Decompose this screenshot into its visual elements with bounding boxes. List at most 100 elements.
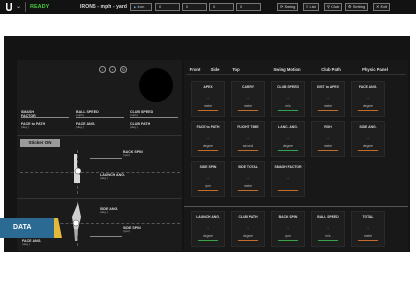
card-title: SIDE ANG. bbox=[359, 125, 377, 129]
divider bbox=[25, 2, 26, 12]
metric-card: CLUB SPEED - m/s bbox=[271, 81, 305, 117]
card-accent-bar bbox=[278, 240, 298, 241]
card-title: BACK SPIN bbox=[278, 215, 298, 219]
card-value: - bbox=[367, 95, 369, 100]
sticker-toggle[interactable]: Sticker ON bbox=[20, 139, 60, 147]
card-title: SIDE TOTAL bbox=[238, 165, 258, 169]
card-accent-bar bbox=[358, 110, 378, 111]
club-dropdown[interactable]: ▶ Iron bbox=[130, 3, 152, 11]
next-icon[interactable]: › bbox=[109, 66, 116, 73]
card-unit: meter bbox=[243, 104, 253, 108]
metric-back-spin: BACK SPIN (rpm) bbox=[123, 150, 143, 158]
metric-sub: (deg.) bbox=[76, 125, 84, 129]
card-accent-bar bbox=[238, 110, 258, 111]
field-4[interactable]: 0 bbox=[236, 3, 261, 11]
metric-card: FACE ANG. - degree bbox=[351, 81, 385, 117]
card-title: FACE ANG. bbox=[358, 85, 378, 89]
metric-card: FACE to PATH - degree bbox=[191, 121, 225, 157]
card-value: - bbox=[327, 95, 329, 100]
divider bbox=[90, 158, 122, 159]
field-3-value: 0 bbox=[213, 4, 216, 9]
metric-sub: (deg.) bbox=[21, 125, 29, 129]
metric-face-to-path: FACE to PATH (deg.) bbox=[21, 122, 45, 130]
card-accent-bar bbox=[318, 110, 338, 111]
club-label: Club bbox=[331, 4, 340, 9]
card-accent-bar bbox=[238, 190, 258, 191]
swing-label: Swing bbox=[284, 4, 296, 9]
field-3[interactable]: 0 bbox=[209, 3, 234, 11]
metric-card: ROH - meter bbox=[311, 121, 345, 157]
card-value: - bbox=[247, 95, 249, 100]
refresh-icon[interactable]: ↻ bbox=[120, 66, 127, 73]
card-title: DIST to APEX bbox=[317, 85, 339, 89]
metric-sub: (rpm) bbox=[123, 229, 131, 233]
card-accent-bar bbox=[278, 150, 298, 151]
card-unit: meter bbox=[323, 104, 333, 108]
club-icon: ⚲ bbox=[327, 4, 330, 9]
metric-side-spin: SIDE SPIN (rpm) bbox=[123, 226, 141, 234]
tab-side[interactable]: Side bbox=[207, 67, 223, 72]
field-2[interactable]: 0 bbox=[182, 3, 207, 11]
list-button[interactable]: ≡ List bbox=[303, 3, 319, 11]
metric-card: SIDE ANG. - degree bbox=[351, 121, 385, 157]
metric-face-ang-2: FACE ANG. (deg.) bbox=[22, 239, 41, 247]
card-title: CLUB SPEED bbox=[277, 85, 299, 89]
club-head-image bbox=[69, 203, 83, 243]
field-4-value: 0 bbox=[240, 4, 243, 9]
setting-button[interactable]: ⚙ Setting bbox=[345, 3, 369, 11]
metric-card: LANC. ANG. - degree bbox=[271, 121, 305, 157]
card-title: SMASH FACTOR bbox=[274, 165, 302, 169]
chevron-down-icon[interactable]: ⌄ bbox=[16, 3, 22, 11]
setting-label: Setting bbox=[352, 4, 366, 9]
card-unit: second bbox=[242, 144, 254, 148]
exit-button[interactable]: ✕ Exit bbox=[373, 3, 391, 11]
card-accent-bar bbox=[198, 190, 218, 191]
metric-card: LAUNCH ANG. - degree bbox=[191, 211, 225, 247]
card-title: LAUNCH ANG. bbox=[196, 215, 220, 219]
card-unit: m/s bbox=[325, 234, 331, 238]
divider bbox=[17, 198, 182, 199]
card-unit: degree bbox=[363, 104, 373, 108]
metric-side-ang: SIDE ANG. (deg.) bbox=[100, 207, 118, 215]
metric-card: CARRY - meter bbox=[231, 81, 265, 117]
card-unit: rpm bbox=[285, 234, 291, 238]
tab-swing-motion[interactable]: Swing Motion bbox=[270, 67, 304, 72]
club-title: IRON5 - mph - yard bbox=[80, 4, 128, 10]
card-title: FLIGHT TIME bbox=[237, 125, 259, 129]
card-unit: m/s bbox=[285, 104, 291, 108]
card-unit: meter bbox=[203, 104, 213, 108]
metric-sub: - bbox=[21, 117, 22, 121]
overlay-tab-shape bbox=[54, 218, 62, 238]
divider bbox=[76, 117, 124, 118]
card-value: - bbox=[247, 225, 249, 230]
divider bbox=[184, 206, 408, 207]
card-unit: meter bbox=[363, 234, 373, 238]
card-value: - bbox=[247, 135, 249, 140]
card-value: - bbox=[287, 135, 289, 140]
metric-sub: (rpm) bbox=[123, 153, 131, 157]
tab-front[interactable]: Front bbox=[186, 67, 204, 72]
tab-top[interactable]: Top bbox=[228, 67, 244, 72]
metric-card: CLUB PATH - degree bbox=[231, 211, 265, 247]
tab-physic-panel[interactable]: Physic Panel bbox=[358, 67, 392, 72]
prev-icon[interactable]: ‹ bbox=[99, 66, 106, 73]
card-accent-bar bbox=[238, 150, 258, 151]
card-title: APEX bbox=[203, 85, 213, 89]
card-value: - bbox=[287, 175, 289, 180]
card-accent-bar bbox=[358, 150, 378, 151]
metric-face-ang: FACE ANG. (deg.) bbox=[76, 122, 95, 130]
metric-sub: (deg.) bbox=[130, 125, 138, 129]
card-value: - bbox=[247, 175, 249, 180]
card-accent-bar bbox=[238, 240, 258, 241]
swing-button[interactable]: ⟳ Swing bbox=[277, 3, 299, 11]
divider bbox=[130, 117, 178, 118]
card-value: - bbox=[327, 135, 329, 140]
club-button[interactable]: ⚲ Club bbox=[324, 3, 343, 11]
card-unit: degree bbox=[203, 234, 213, 238]
card-value: - bbox=[287, 95, 289, 100]
card-unit: meter bbox=[243, 184, 253, 188]
card-title: FACE to PATH bbox=[196, 125, 220, 129]
tab-club-path[interactable]: Club Path bbox=[316, 67, 346, 72]
field-1[interactable]: 0 bbox=[155, 3, 180, 11]
card-unit: degree bbox=[283, 144, 293, 148]
